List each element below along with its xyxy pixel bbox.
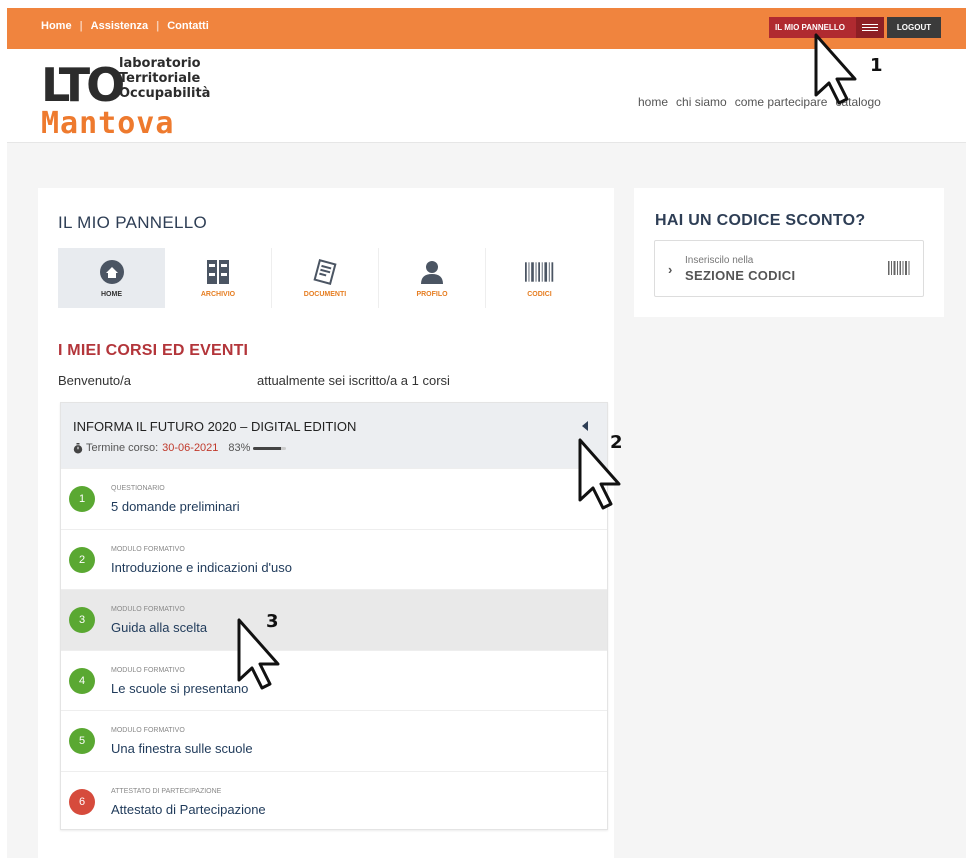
separator: | — [156, 20, 160, 32]
documents-icon — [310, 258, 340, 285]
chevron-right-icon: › — [668, 262, 673, 277]
top-links: Home | Assistenza | Contatti — [41, 20, 217, 32]
module-title: Le scuole si presentano — [111, 680, 249, 696]
archive-icon — [203, 259, 233, 285]
course-meta: Termine corso: 30-06-2021 83% — [73, 442, 287, 454]
home-icon — [97, 259, 127, 285]
deadline-label: Termine corso: — [86, 442, 159, 454]
courses-title: I MIEI CORSI ED EVENTI — [58, 342, 249, 359]
module-item-6[interactable]: 6 ATTESTATO DI PARTECIPAZIONE Attestato … — [61, 770, 607, 832]
stopwatch-icon — [73, 442, 83, 453]
module-title: Una finestra sulle scuole — [111, 741, 253, 756]
nav-chi-siamo[interactable]: chi siamo — [676, 95, 727, 109]
module-type: MODULO FORMATIVO — [111, 666, 185, 674]
module-title: Guida alla scelta — [111, 620, 208, 635]
codes-section-label: SEZIONE CODICI — [685, 268, 796, 283]
caret-left-icon[interactable] — [582, 421, 588, 431]
module-number: 6 — [69, 788, 95, 815]
codes-section-link[interactable]: › Inseriscilo nella SEZIONE CODICI — [654, 240, 924, 297]
module-number: 2 — [69, 546, 95, 573]
site-logo[interactable]: LTO laboratorio Territoriale Occupabilit… — [41, 56, 211, 141]
tile-documenti[interactable]: DOCUMENTI — [272, 248, 379, 308]
module-item-5[interactable]: 5 MODULO FORMATIVO Una finestra sulle sc… — [61, 710, 607, 771]
course-header[interactable]: INFORMA IL FUTURO 2020 – DIGITAL EDITION… — [61, 403, 607, 468]
cursor-arrow-icon — [814, 33, 857, 105]
browser-frame: Home | Assistenza | Contatti IL MIO PANN… — [7, 8, 966, 858]
deadline-date: 30-06-2021 — [162, 442, 219, 454]
codes-hint: Inseriscilo nella — [685, 255, 754, 266]
module-item-4[interactable]: 4 MODULO FORMATIVO Le scuole si presenta… — [61, 649, 607, 711]
logo-words: laboratorio Territoriale Occupabilità — [119, 56, 211, 101]
course-card: INFORMA IL FUTURO 2020 – DIGITAL EDITION… — [60, 402, 608, 830]
logo-letters: LTO — [41, 58, 125, 112]
tile-home[interactable]: HOME — [58, 248, 165, 308]
module-number: 5 — [69, 728, 95, 754]
discount-card: HAI UN CODICE SCONTO? › Inseriscilo nell… — [634, 188, 944, 317]
module-type: QUESTIONARIO — [111, 485, 165, 492]
cursor-label-3: 3 — [266, 611, 279, 632]
top-link-contatti[interactable]: Contatti — [167, 20, 209, 32]
barcode-icon — [888, 261, 910, 275]
separator: | — [79, 20, 83, 32]
top-link-assistenza[interactable]: Assistenza — [91, 20, 148, 32]
panel-tiles: HOME ARCHIVIO DOCUMENTI PROFILO CODICI — [58, 248, 593, 308]
top-link-home[interactable]: Home — [41, 20, 72, 32]
module-title: 5 domande preliminari — [111, 499, 240, 514]
logo-city: Mantova — [41, 106, 175, 141]
module-type: ATTESTATO DI PARTECIPAZIONE — [111, 787, 222, 795]
my-panel-label: IL MIO PANNELLO — [775, 23, 845, 32]
profile-icon — [417, 259, 447, 285]
tile-archivio[interactable]: ARCHIVIO — [165, 248, 272, 308]
module-item-1[interactable]: 1 QUESTIONARIO 5 domande preliminari — [61, 468, 607, 529]
barcode-icon — [524, 259, 555, 285]
tile-codici[interactable]: CODICI — [486, 248, 593, 308]
module-title: Attestato di Partecipazione — [111, 801, 266, 817]
module-list: 1 QUESTIONARIO 5 domande preliminari 2 M… — [61, 468, 607, 831]
panel-title: IL MIO PANNELLO — [58, 213, 208, 232]
module-number: 4 — [69, 667, 95, 694]
module-type: MODULO FORMATIVO — [111, 727, 185, 734]
module-type: MODULO FORMATIVO — [111, 545, 185, 553]
progress-percent: 83% — [228, 442, 251, 454]
module-number: 3 — [69, 607, 95, 633]
tile-profilo[interactable]: PROFILO — [379, 248, 486, 308]
progress-bar — [253, 446, 287, 450]
module-title: Introduzione e indicazioni d'uso — [111, 559, 292, 575]
panel-card: IL MIO PANNELLO HOME ARCHIVIO DOCUMENTI — [38, 188, 614, 858]
course-title: INFORMA IL FUTURO 2020 – DIGITAL EDITION — [73, 419, 357, 434]
nav-home[interactable]: home — [638, 95, 668, 109]
logout-button[interactable]: LOGOUT — [887, 17, 941, 38]
module-item-2[interactable]: 2 MODULO FORMATIVO Introduzione e indica… — [61, 528, 607, 590]
cursor-label-1: 1 — [870, 55, 883, 76]
module-type: MODULO FORMATIVO — [111, 606, 185, 613]
module-number: 1 — [69, 486, 95, 512]
cursor-label-2: 2 — [610, 432, 623, 453]
module-item-3[interactable]: 3 MODULO FORMATIVO Guida alla scelta — [61, 589, 607, 650]
discount-title: HAI UN CODICE SCONTO? — [655, 212, 866, 229]
